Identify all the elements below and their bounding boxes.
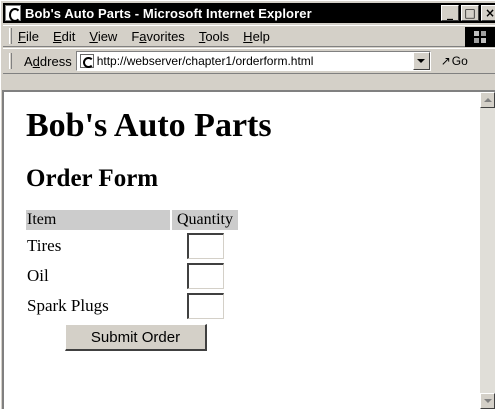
- title-bar: Bob's Auto Parts - Microsoft Internet Ex…: [3, 3, 495, 23]
- submit-row: Submit Order: [26, 322, 480, 351]
- oil-quantity-input[interactable]: [186, 263, 224, 289]
- minimize-button[interactable]: _: [441, 5, 459, 21]
- address-grip[interactable]: [9, 53, 12, 69]
- address-url[interactable]: http://webserver/chapter1/orderform.html: [97, 54, 314, 68]
- table-header-row: Item Quantity: [26, 210, 238, 230]
- scroll-up-button[interactable]: [480, 92, 495, 108]
- menu-help[interactable]: Help: [243, 29, 270, 44]
- address-bar: Address http://webserver/chapter1/orderf…: [3, 48, 495, 74]
- ie-logo-icon[interactable]: [5, 5, 21, 22]
- quantity-cell: [172, 292, 238, 320]
- order-form: Item Quantity Tires Oil Spark Plugs Subm…: [26, 208, 480, 351]
- item-label-tires: Tires: [27, 236, 62, 255]
- address-input[interactable]: http://webserver/chapter1/orderform.html: [75, 51, 431, 71]
- tires-quantity-input[interactable]: [186, 233, 224, 259]
- menu-view[interactable]: View: [89, 29, 117, 44]
- item-label-oil: Oil: [27, 266, 49, 285]
- spark-plugs-quantity-input[interactable]: [186, 293, 224, 319]
- go-arrow-icon: ↗: [440, 54, 451, 68]
- address-label: Address: [24, 53, 72, 69]
- table-row: Oil: [26, 262, 238, 290]
- table-row: Tires: [26, 232, 238, 260]
- windows-logo-icon: [465, 27, 495, 47]
- close-button[interactable]: ×: [481, 5, 495, 21]
- menu-bar: File Edit View Favorites Tools Help: [3, 25, 495, 47]
- address-dropdown-button[interactable]: [412, 52, 430, 70]
- scroll-down-button[interactable]: [480, 393, 495, 409]
- go-label: Go: [451, 54, 468, 68]
- maximize-button[interactable]: □: [461, 5, 479, 21]
- window-title: Bob's Auto Parts - Microsoft Internet Ex…: [25, 5, 312, 21]
- quantity-cell: [172, 232, 238, 260]
- scroll-up-arrow-icon: [483, 98, 492, 102]
- window-controls: _ □ ×: [441, 5, 495, 21]
- page-icon: [79, 54, 94, 68]
- menu-grip[interactable]: [9, 28, 12, 44]
- menu-tools[interactable]: Tools: [199, 29, 229, 44]
- submit-order-button[interactable]: Submit Order: [65, 324, 207, 351]
- order-table: Item Quantity Tires Oil Spark Plugs: [24, 208, 240, 322]
- windows-flag-icon: [474, 31, 486, 43]
- menu-edit[interactable]: Edit: [53, 29, 75, 44]
- menu-favorites[interactable]: Favorites: [131, 29, 184, 44]
- scroll-down-arrow-icon: [483, 399, 492, 403]
- item-label-spark-plugs: Spark Plugs: [27, 296, 109, 315]
- quantity-cell: [172, 262, 238, 290]
- page-subheading: Order Form: [26, 165, 159, 192]
- go-button[interactable]: ↗ Go: [441, 54, 468, 68]
- page-content: Bob's Auto Parts Order Form Item Quantit…: [2, 90, 480, 409]
- page-heading: Bob's Auto Parts: [26, 107, 272, 144]
- column-header-item: Item: [26, 210, 170, 230]
- vertical-scrollbar[interactable]: [480, 90, 495, 409]
- menu-file[interactable]: File: [18, 29, 39, 44]
- table-row: Spark Plugs: [26, 292, 238, 320]
- column-header-quantity: Quantity: [172, 210, 238, 230]
